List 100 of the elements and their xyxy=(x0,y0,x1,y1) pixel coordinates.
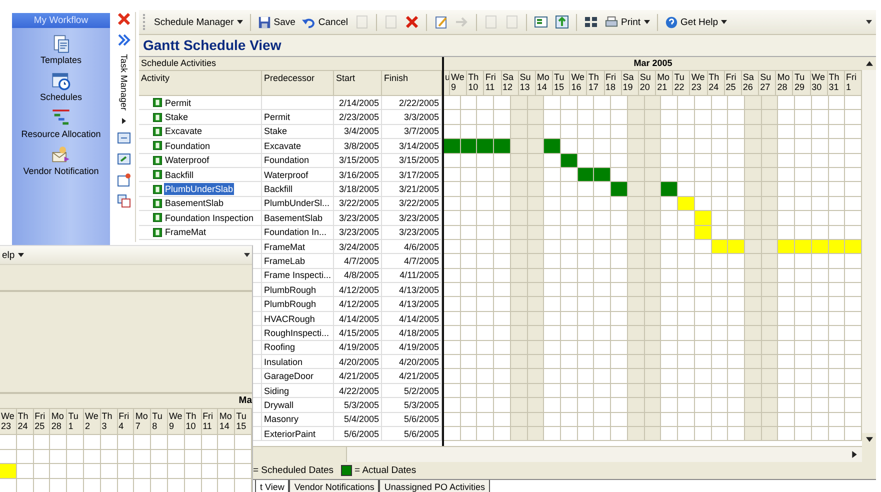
activity-cell[interactable]: BasementSlab xyxy=(164,197,225,210)
gantt-bar-cell[interactable] xyxy=(561,154,578,168)
view-tab[interactable]: Vendor Notifications xyxy=(289,480,380,492)
view-title: Gantt Schedule View xyxy=(139,35,876,56)
menu-button[interactable]: Print xyxy=(602,12,652,32)
column-header[interactable]: Activity xyxy=(139,71,262,95)
scroll-right-icon[interactable] xyxy=(852,451,857,458)
start-date-cell: 4/8/2005 xyxy=(334,268,382,284)
caret-icon[interactable] xyxy=(121,118,127,124)
double-chevron-icon[interactable] xyxy=(117,33,131,47)
start-date-cell: 5/3/2005 xyxy=(334,398,382,413)
activity-icon xyxy=(153,170,162,180)
day-header: Th 10 xyxy=(184,409,202,434)
workflow-item[interactable]: Templates xyxy=(40,34,82,65)
day-header: Th 17 xyxy=(587,71,605,95)
start-date-cell: 3/4/2005 xyxy=(334,124,382,140)
scroll-up-icon[interactable] xyxy=(866,61,872,66)
gantt-bar-cell[interactable] xyxy=(544,139,562,154)
activity-icon xyxy=(153,213,162,222)
vertical-scrollbar[interactable] xyxy=(862,57,876,446)
day-header: Tu 1 xyxy=(67,409,84,434)
gantt-bar-cell[interactable] xyxy=(694,211,712,226)
activity-cell[interactable]: Waterproof xyxy=(164,154,210,166)
activity-cell[interactable]: Foundation xyxy=(164,140,212,152)
column-header[interactable]: Finish xyxy=(382,71,442,95)
start-date-cell: 4/15/2005 xyxy=(334,326,382,341)
day-header: Th 31 xyxy=(828,71,845,95)
workflow-item[interactable]: Schedules xyxy=(40,71,82,102)
menu-button[interactable]: Get Help xyxy=(662,12,730,32)
view-tab[interactable]: Unassigned PO Activities xyxy=(379,480,490,492)
gantt-bar-cell[interactable] xyxy=(845,240,862,254)
day-header: Th 3 xyxy=(100,409,118,434)
predecessor-cell: Insulation xyxy=(262,355,334,370)
start-date-cell: 3/8/2005 xyxy=(334,139,382,154)
start-date-cell: 4/12/2005 xyxy=(334,283,382,298)
activity-cell[interactable]: FrameMat xyxy=(164,226,208,238)
predecessor-cell: Excavate xyxy=(262,139,334,154)
workflow-item[interactable]: Resource Allocation xyxy=(21,108,101,139)
gantt-bar-cell[interactable] xyxy=(778,240,796,254)
activity-cell[interactable]: Excavate xyxy=(164,125,204,138)
toolbar-button[interactable]: Cancel xyxy=(300,12,350,32)
predecessor-cell: PlumbRough xyxy=(262,283,334,298)
activity-icon xyxy=(153,112,162,122)
finish-date-cell: 3/23/2005 xyxy=(382,211,442,226)
caret-icon[interactable] xyxy=(866,20,872,24)
gantt-bar-cell[interactable] xyxy=(0,464,17,479)
gantt-bar-cell[interactable] xyxy=(477,139,494,154)
start-date-cell: 5/6/2005 xyxy=(334,426,382,442)
activity-cell[interactable]: PlumbUnderSlab xyxy=(164,183,234,196)
gantt-bar-cell[interactable] xyxy=(494,139,511,154)
activity-cell[interactable]: Foundation Inspection xyxy=(164,212,255,224)
delete-icon xyxy=(404,15,419,29)
view-tab[interactable]: t View xyxy=(255,480,290,492)
column-header[interactable]: Start xyxy=(334,71,382,95)
task-manager-tab[interactable]: Task Manager xyxy=(119,54,129,111)
horizontal-scrollbar[interactable] xyxy=(251,446,862,462)
close-icon[interactable] xyxy=(117,12,131,26)
start-date-cell: 3/15/2005 xyxy=(334,154,382,168)
workflow-item[interactable]: Vendor Notification xyxy=(23,145,99,176)
printer-icon xyxy=(604,16,618,28)
menu-button[interactable]: elp xyxy=(2,250,24,260)
day-header: Th 24 xyxy=(708,71,725,95)
column-header[interactable]: Predecessor xyxy=(262,71,334,95)
gantt-bar-cell[interactable] xyxy=(444,139,461,154)
gantt-bar-cell[interactable] xyxy=(678,196,695,212)
activity-cell[interactable]: Stake xyxy=(164,111,190,124)
gantt-bar-cell[interactable] xyxy=(661,182,678,197)
grip-handle[interactable] xyxy=(143,14,147,30)
arrow-icon xyxy=(454,15,469,29)
scroll-down-icon[interactable] xyxy=(866,437,872,442)
menu-button[interactable]: Schedule Manager xyxy=(152,12,245,32)
gantt-bar-cell[interactable] xyxy=(460,139,478,154)
predecessor-cell: Permit xyxy=(262,110,334,125)
finish-date-cell: 3/17/2005 xyxy=(382,168,442,182)
page-icon xyxy=(504,15,519,29)
activity-cell[interactable]: Backfill xyxy=(164,168,195,181)
toolbar-button[interactable]: Save xyxy=(256,12,298,32)
finish-date-cell: 4/20/2005 xyxy=(382,355,442,370)
caret-icon[interactable] xyxy=(244,253,250,257)
predecessor-cell: GarageDoor xyxy=(262,369,334,384)
day-header: We 16 xyxy=(570,71,588,95)
gantt-bar-cell[interactable] xyxy=(611,182,628,197)
gantt-bar-cell[interactable] xyxy=(795,240,812,254)
predecessor-cell: Stake xyxy=(262,124,334,140)
window-icon[interactable] xyxy=(117,130,131,145)
day-header: Tu 8 xyxy=(151,409,168,434)
activity-icon xyxy=(153,156,162,165)
gantt-bar-cell[interactable] xyxy=(594,168,612,182)
activity-cell[interactable]: Permit xyxy=(164,96,192,109)
activity-icon xyxy=(153,228,162,237)
day-header: Fri 11 xyxy=(202,409,218,434)
window-alert-icon[interactable] xyxy=(117,172,131,187)
day-header: Fri 4 xyxy=(118,409,134,434)
legend-label: = Actual Dates xyxy=(354,465,416,476)
predecessor-cell: PlumbUnderSl... xyxy=(262,196,334,212)
windows-icon[interactable] xyxy=(117,194,131,208)
predecessor-cell: PlumbRough xyxy=(262,297,334,312)
table-caption: Schedule Activities xyxy=(139,57,442,71)
day-header: Mo 7 xyxy=(134,409,152,434)
gantt-bar-cell[interactable] xyxy=(728,240,745,254)
